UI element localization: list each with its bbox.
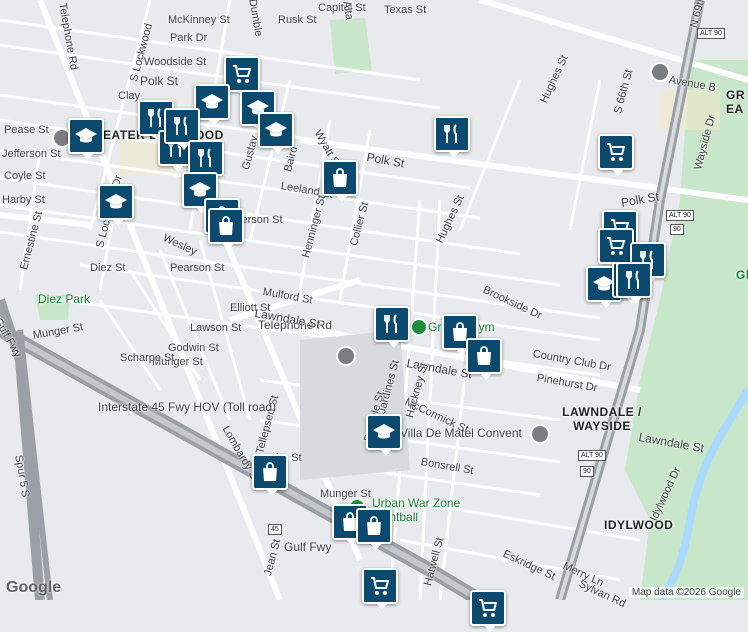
highway-shield-alt90-north: ALT 90: [697, 28, 725, 39]
poi-label-villa-de-matel-convent[interactable]: Villa De Matel Convent: [400, 426, 522, 440]
street-label-lawson-st: Lawson St: [190, 322, 242, 334]
street-label-rusk-st: Rusk St: [278, 14, 317, 26]
fork-knife-pin-icon[interactable]: [374, 306, 410, 348]
street-label-diez-st: Diez St: [90, 262, 126, 274]
street-label-godwin-st: Godwin St: [168, 342, 219, 354]
graduation-cap-pin-icon[interactable]: [258, 112, 294, 154]
shopping-bag-pin-icon[interactable]: [322, 160, 358, 202]
area-label-lawndale-wayside: LAWNDALE / WAYSIDE: [562, 405, 642, 433]
gym-marker-icon[interactable]: [410, 318, 428, 336]
shopping-bag-pin-icon[interactable]: [356, 508, 392, 550]
shopping-bag-pin-icon[interactable]: [208, 208, 244, 250]
street-label-pearson-st: Pearson St: [170, 262, 225, 274]
shopping-cart-pin-icon[interactable]: [598, 134, 634, 176]
highway-shield-us90-south: 90: [580, 466, 594, 477]
area-label-idylwood: IDYLWOOD: [604, 518, 674, 532]
street-label-park-dr: Park Dr: [170, 32, 208, 44]
street-label-pease-st: Pease St: [4, 124, 49, 136]
shopping-cart-pin-icon[interactable]: [470, 590, 506, 632]
street-label-harby-st: Harby St: [2, 194, 45, 206]
school-campus-marker-icon[interactable]: [336, 346, 356, 366]
street-label-woodside-st: Woodside St: [144, 56, 207, 68]
street-label-i45-hov: Interstate 45 Fwy HOV (Toll road): [98, 400, 277, 414]
fork-knife-pin-icon[interactable]: [616, 262, 652, 304]
poi-label-diez-park[interactable]: Diez Park: [38, 292, 90, 306]
convent-marker-icon[interactable]: [530, 424, 550, 444]
shopping-cart-pin-icon[interactable]: [598, 228, 634, 270]
transit-marker-icon[interactable]: [650, 62, 670, 82]
street-label-scharpe-st: Scharpe St: [120, 352, 175, 364]
graduation-cap-pin-icon[interactable]: [68, 118, 104, 160]
shopping-bag-pin-icon[interactable]: [252, 454, 288, 496]
street-label-gulf-fwy-south: Gulf Fwy: [284, 540, 332, 554]
highway-shield-alt90-south: ALT 90: [578, 450, 606, 461]
fork-knife-pin-icon[interactable]: [188, 140, 224, 182]
street-label-texas-st: Texas St: [384, 4, 427, 16]
shopping-bag-pin-icon[interactable]: [466, 338, 502, 380]
street-label-clay: Clay: [118, 90, 141, 102]
graduation-cap-pin-icon[interactable]: [366, 414, 402, 456]
street-label-polk-st-west: Polk St: [140, 74, 179, 88]
map-canvas[interactable]: Telephone Rd S Lockwood McKinney St Rusk…: [0, 0, 748, 632]
graduation-cap-pin-icon[interactable]: [98, 184, 134, 226]
area-label-greater-east-fragment: GR EA: [726, 88, 745, 116]
highway-shield-i45: 45: [268, 524, 282, 535]
shopping-cart-pin-icon[interactable]: [362, 568, 398, 610]
google-logo[interactable]: Google: [6, 579, 61, 597]
street-label-mckinney-st: McKinney St: [168, 14, 230, 26]
fork-knife-pin-icon[interactable]: [164, 108, 200, 150]
fork-knife-pin-icon[interactable]: [434, 116, 470, 158]
area-label-green-fragment: Gl: [736, 268, 748, 282]
highway-shield-us90-center: 90: [670, 224, 684, 235]
street-label-coyle-st: Coyle St: [4, 170, 46, 182]
highway-shield-alt90-center: ALT 90: [666, 210, 694, 221]
street-label-jefferson-st-west: Jefferson St: [2, 148, 61, 160]
street-label-munger-st-south: Munger St: [320, 488, 371, 500]
map-attribution[interactable]: Map data ©2026 Google: [628, 587, 744, 598]
